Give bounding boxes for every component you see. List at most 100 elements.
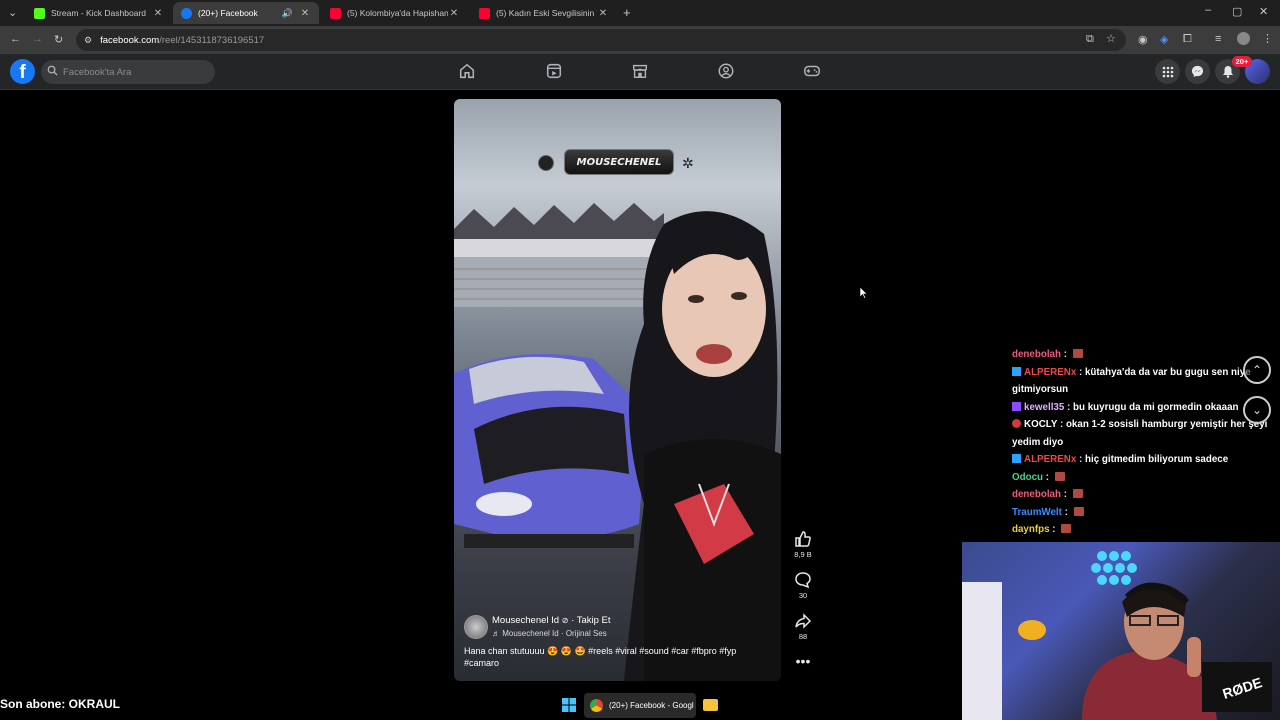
home-icon[interactable] (458, 62, 478, 82)
close-icon[interactable]: ✕ (152, 8, 164, 19)
scroll-up-button[interactable]: ⌃ (1243, 356, 1271, 384)
sub-badge-icon (1012, 454, 1021, 463)
menu-icon[interactable]: ⋮ (1262, 32, 1273, 45)
chat-message: kewell35 : bu kuyrugu da mi gormedin oka… (1012, 399, 1280, 417)
more-options-icon[interactable]: ••• (790, 654, 816, 668)
share-button[interactable]: 88 (790, 612, 816, 641)
chat-user: ALPERENx (1024, 366, 1077, 378)
marketplace-icon[interactable] (631, 62, 651, 82)
emote-icon (1061, 524, 1072, 533)
windows-start-icon[interactable] (562, 698, 576, 712)
back-icon[interactable]: ← (10, 33, 21, 45)
chat-user: kewell35 (1024, 401, 1065, 413)
window-close-icon[interactable]: ✕ (1259, 5, 1268, 18)
chat-user: daynfps (1012, 524, 1050, 535)
author-avatar[interactable] (464, 615, 488, 639)
minimize-icon[interactable]: – (1205, 4, 1211, 16)
last-subscriber-overlay: Son abone: OKRAUL (0, 697, 120, 711)
install-app-icon[interactable]: ⧉ (1086, 33, 1094, 46)
emote-icon (1072, 349, 1083, 358)
chat-message: denebolah : (1012, 346, 1280, 364)
stream-chat-overlay: denebolah : ALPERENx : kütahya'da da var… (1012, 330, 1280, 542)
verified-icon: ⊘ (561, 616, 569, 625)
menu-grid-icon[interactable] (1155, 59, 1180, 84)
gaming-icon[interactable] (803, 62, 823, 82)
chat-message: denebolah : (1012, 486, 1280, 504)
bug-icon: ✲ (682, 155, 694, 171)
taskbar-chrome-app[interactable]: (20+) Facebook - Googl (584, 693, 696, 718)
chat-message: daynfps : (1012, 521, 1280, 539)
search-input[interactable]: Facebook'ta Ara (41, 60, 215, 84)
extensions-puzzle-icon[interactable]: ⧠ (1183, 33, 1192, 46)
scroll-down-button[interactable]: ⌄ (1243, 396, 1271, 424)
tab-title: Stream - Kick Dashboard (51, 8, 146, 18)
extension-icon[interactable]: ◉ (1138, 33, 1148, 46)
emote-icon (1072, 489, 1083, 498)
tab-youtube-kadin[interactable]: (5) Kadın Eski Sevgilisinin Tüm ✕ (471, 2, 617, 24)
person-image (624, 211, 781, 681)
sub-badge-icon (1012, 419, 1021, 428)
close-icon[interactable]: ✕ (597, 8, 609, 19)
sub-badge-icon (1012, 366, 1021, 376)
tab-title: (20+) Facebook (198, 8, 258, 18)
tab-youtube-kolombiya[interactable]: (5) Kolombiya'da Hapishane Ba ✕ (322, 2, 468, 24)
reload-icon[interactable]: ↻ (54, 33, 63, 46)
chat-text: bu kuyrugu da mi gormedin okaaan (1073, 401, 1239, 413)
maximize-icon[interactable]: ▢ (1232, 5, 1242, 18)
share-icon (795, 613, 812, 629)
helmet-icon (538, 155, 554, 171)
search-icon (47, 65, 58, 79)
extension-icon[interactable]: ◈ (1160, 33, 1168, 46)
taskbar-app-label: (20+) Facebook - Googl (609, 701, 694, 710)
browser-tab-strip: ⌄ Stream - Kick Dashboard ✕ (20+) Facebo… (0, 0, 1280, 26)
new-tab-icon[interactable]: + (623, 5, 631, 20)
tab-kick-dashboard[interactable]: Stream - Kick Dashboard ✕ (26, 2, 172, 24)
share-count: 88 (798, 632, 808, 641)
chrome-icon (590, 699, 603, 712)
profile-avatar[interactable] (1237, 32, 1250, 45)
tab-title: (5) Kolombiya'da Hapishane Ba (347, 8, 448, 18)
sub-badge-icon (1012, 401, 1021, 411)
chat-user: denebolah (1012, 349, 1061, 360)
author-name[interactable]: Mousechenel Id (492, 615, 559, 626)
tab-facebook[interactable]: (20+) Facebook 🔊 ✕ (173, 2, 319, 24)
follow-button[interactable]: · Takip Et (571, 615, 610, 626)
facebook-logo[interactable]: f (10, 59, 35, 84)
kick-favicon-icon (34, 7, 45, 19)
chat-text: hiç gitmedim biliyorum sadece (1084, 454, 1229, 465)
search-placeholder: Facebook'ta Ara (63, 66, 132, 78)
chat-message: KOCLY : okan 1-2 sosisli hamburgr yemişt… (1012, 419, 1268, 448)
bookmark-star-icon[interactable]: ☆ (1106, 32, 1116, 45)
audio-line[interactable]: ♬ Mousechenel Id · Orijinal Ses (492, 629, 607, 638)
notification-badge: 20+ (1232, 56, 1252, 67)
chat-user: Odocu (1012, 471, 1044, 483)
chat-message: ALPERENx : hiç gitmedim biliyorum sadece (1012, 451, 1280, 469)
like-count: 8,9 B (794, 550, 812, 559)
site-info-icon[interactable]: ⚙ (84, 35, 92, 46)
groups-icon[interactable] (717, 62, 737, 82)
speaker-icon[interactable]: 🔊 (282, 8, 293, 19)
reels-icon[interactable] (545, 62, 565, 82)
mouse-cursor-icon (860, 287, 868, 299)
reading-list-icon[interactable]: ≡ (1215, 33, 1221, 45)
file-explorer-icon[interactable] (703, 699, 718, 711)
comment-button[interactable]: 30 (790, 571, 816, 600)
address-bar[interactable]: ⚙ facebook.com/reel/1453118736196517 (76, 29, 1126, 51)
taskbar (0, 690, 962, 720)
chat-cut-off-line (1012, 330, 1280, 346)
audio-label: Mousechenel Id · Orijinal Ses (502, 629, 607, 638)
chat-message: ALPERENx : kütahya'da da var bu gugu sen… (1012, 366, 1251, 395)
chat-user: TraumWelt (1012, 506, 1062, 518)
tab-search-icon[interactable]: ⌄ (8, 6, 17, 19)
author-line: Mousechenel Id ⊘ · Takip Et (492, 615, 611, 626)
facebook-header: f Facebook'ta Ara (0, 54, 1280, 90)
like-button[interactable]: 8,9 B (790, 530, 816, 559)
chat-user: ALPERENx (1024, 454, 1077, 465)
forward-icon[interactable]: → (32, 33, 43, 45)
close-icon[interactable]: ✕ (448, 8, 460, 19)
emote-icon (1073, 506, 1084, 516)
messenger-icon[interactable] (1185, 59, 1210, 84)
chevron-down-icon: ⌄ (1251, 403, 1263, 417)
close-icon[interactable]: ✕ (299, 8, 311, 19)
reel-video[interactable]: MOUSECHENEL ✲ Mousechenel Id ⊘ · Takip E… (454, 99, 781, 681)
